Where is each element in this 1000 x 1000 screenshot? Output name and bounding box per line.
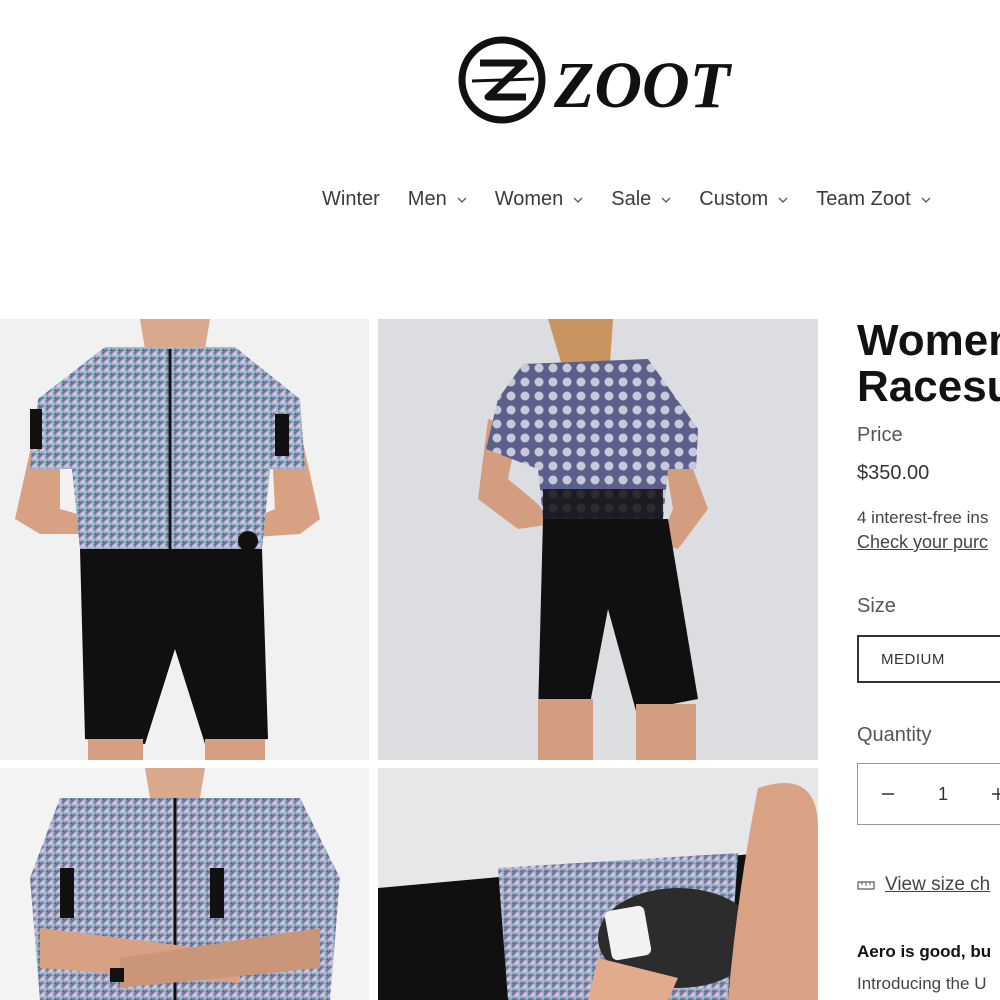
product-info: Women Racesu Price $350.00 4 interest-fr… [857, 318, 1000, 1000]
nav-item-label: Men [407, 188, 447, 210]
chevron-down-icon [457, 195, 467, 205]
product-title-line1: Women [857, 318, 1000, 365]
product-title: Women Racesu [857, 318, 1000, 410]
quantity-stepper: 1 [857, 763, 1000, 825]
product-price: $350.00 [857, 462, 930, 484]
nav-item-label: Custom [699, 188, 769, 210]
size-select[interactable]: MEDIUM [857, 635, 1000, 683]
quantity-label: Quantity [857, 724, 932, 746]
chevron-down-icon [661, 195, 671, 205]
quantity-increase-button[interactable] [968, 764, 1000, 824]
product-image-front-arms-crossed[interactable] [0, 768, 369, 1000]
description-text: Introducing the U [857, 974, 987, 993]
chevron-down-icon [573, 195, 583, 205]
zoot-logo-mark: ZOOT [458, 36, 733, 124]
product-image-front-graphic [0, 319, 369, 760]
nav-item-team-zoot[interactable]: Team Zoot [816, 188, 931, 211]
product-title-line2: Racesu [857, 362, 1000, 411]
nav-item-label: Sale [611, 188, 652, 210]
size-label: Size [857, 595, 896, 617]
zoot-logo[interactable]: ZOOT [458, 35, 774, 127]
size-select-value: MEDIUM [881, 650, 945, 668]
nav-item-custom[interactable]: Custom [699, 188, 788, 211]
nav-item-label: Team Zoot [816, 188, 911, 210]
nav-item-men[interactable]: Men [408, 188, 467, 211]
plus-icon [992, 788, 1000, 800]
product-image-front[interactable] [0, 319, 369, 760]
chevron-down-icon [778, 195, 788, 205]
installments-text: 4 interest-free ins [857, 508, 989, 527]
product-image-back[interactable] [378, 319, 818, 760]
quantity-decrease-button[interactable] [858, 764, 918, 824]
main-nav: Winter Men Women Sale Custom Team Zoot [322, 188, 931, 211]
price-label: Price [857, 424, 903, 446]
ruler-icon [857, 879, 875, 891]
description-heading: Aero is good, bu [857, 942, 992, 961]
check-purchasing-power-link[interactable]: Check your purc [857, 532, 988, 553]
nav-item-women[interactable]: Women [495, 188, 584, 211]
nav-item-winter[interactable]: Winter [322, 188, 380, 211]
logo-wordmark: ZOOT [553, 49, 733, 122]
view-size-chart-link[interactable]: View size ch [857, 874, 990, 896]
size-chart-label: View size ch [885, 874, 991, 895]
product-image-detail-graphic [378, 768, 818, 1000]
product-image-detail[interactable] [378, 768, 818, 1000]
product-image-arms-crossed-graphic [0, 768, 369, 1000]
minus-icon [882, 793, 894, 795]
nav-item-label: Winter [322, 188, 380, 210]
product-image-back-graphic [378, 319, 818, 760]
chevron-down-icon [921, 195, 931, 205]
nav-item-label: Women [494, 188, 564, 210]
nav-item-sale[interactable]: Sale [611, 188, 671, 211]
quantity-input[interactable]: 1 [918, 784, 968, 805]
